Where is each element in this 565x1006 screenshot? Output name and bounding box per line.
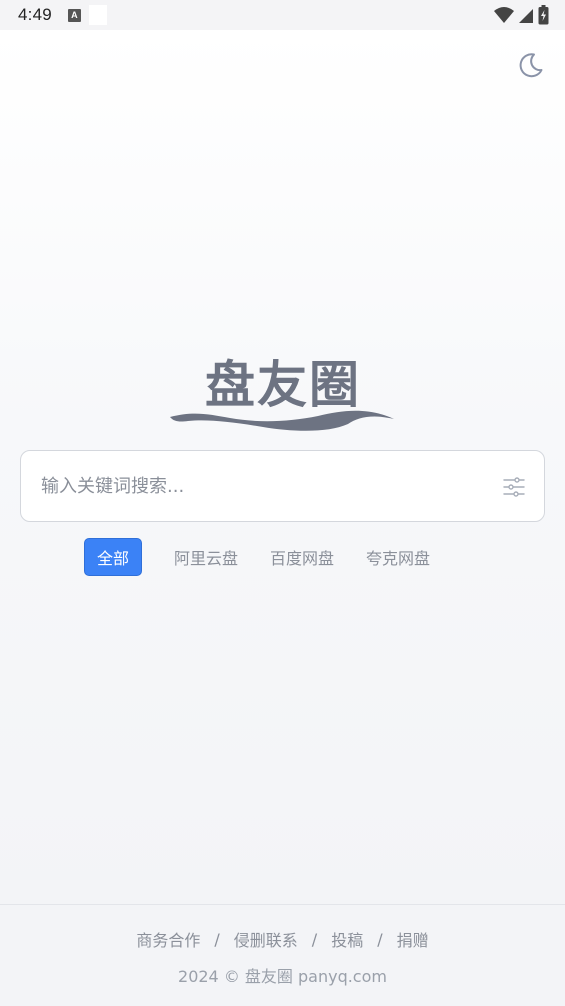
tab-quark[interactable]: 夸克网盘 xyxy=(366,538,430,576)
footer-link-submit[interactable]: 投稿 xyxy=(331,927,363,951)
footer-links: 商务合作 / 侵删联系 / 投稿 / 捐赠 xyxy=(0,927,565,951)
signal-icon xyxy=(519,9,533,23)
logo-wave xyxy=(170,410,394,431)
status-bar: 4:49 A xyxy=(0,0,565,30)
battery-icon xyxy=(538,5,549,25)
footer-separator: / xyxy=(214,929,220,949)
footer-link-donate[interactable]: 捐赠 xyxy=(397,927,429,951)
notification-icon: A xyxy=(67,8,81,22)
tab-baidu[interactable]: 百度网盘 xyxy=(270,538,334,576)
notification-placeholder xyxy=(88,5,107,25)
status-time: 4:49 xyxy=(18,5,52,24)
tab-aliyun[interactable]: 阿里云盘 xyxy=(174,538,238,576)
footer-link-takedown[interactable]: 侵删联系 xyxy=(234,927,298,951)
wifi-icon xyxy=(494,7,514,23)
moon-icon[interactable] xyxy=(515,50,545,80)
footer: 商务合作 / 侵删联系 / 投稿 / 捐赠 2024 © 盘友圈 panyq.c… xyxy=(0,904,565,1006)
footer-separator: / xyxy=(311,929,318,949)
search-input[interactable] xyxy=(41,451,481,521)
sliders-icon[interactable] xyxy=(502,475,526,499)
disk-filter-tabs: 全部 阿里云盘 百度网盘 夸克网盘 xyxy=(84,538,430,576)
footer-link-business[interactable]: 商务合作 xyxy=(136,927,200,951)
search-box xyxy=(20,450,545,522)
site-logo: 盘友圈 xyxy=(168,355,396,435)
footer-separator: / xyxy=(377,929,383,949)
tab-all[interactable]: 全部 xyxy=(84,538,143,576)
app-main: 盘友圈 全部 阿里云盘 百度网盘 夸克网盘 xyxy=(0,30,565,904)
footer-copyright: 2024 © 盘友圈 panyq.com xyxy=(178,967,387,986)
status-icons xyxy=(494,5,549,25)
